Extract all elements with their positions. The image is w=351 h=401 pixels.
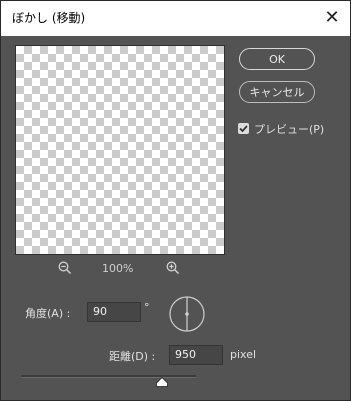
close-icon[interactable]: ✕ bbox=[320, 7, 344, 29]
check-icon bbox=[239, 125, 248, 133]
cancel-button[interactable]: キャンセル bbox=[239, 81, 315, 103]
distance-label: 距離(D) : bbox=[109, 350, 156, 363]
ok-button[interactable]: OK bbox=[239, 48, 315, 70]
title-bar[interactable]: ぼかし (移動) ✕ bbox=[1, 1, 350, 36]
motion-blur-dialog: ぼかし (移動) ✕ OK キャンセル プレビュー(P) 100% 角度(A) … bbox=[0, 0, 351, 401]
distance-slider-track[interactable] bbox=[21, 375, 196, 378]
angle-label: 角度(A) : bbox=[25, 307, 71, 320]
zoom-out-icon[interactable] bbox=[58, 261, 72, 275]
preview-canvas[interactable] bbox=[15, 45, 225, 255]
angle-input[interactable]: 90 bbox=[87, 302, 141, 322]
distance-slider-handle[interactable] bbox=[156, 377, 168, 387]
distance-input[interactable]: 950 bbox=[169, 345, 223, 365]
distance-unit: pixel bbox=[230, 348, 257, 361]
zoom-in-icon[interactable] bbox=[166, 261, 180, 275]
angle-unit: ° bbox=[144, 301, 150, 314]
preview-checkbox[interactable] bbox=[238, 123, 249, 134]
preview-checkbox-label[interactable]: プレビュー(P) bbox=[254, 121, 324, 137]
dialog-title: ぼかし (移動) bbox=[12, 11, 86, 25]
angle-dial-icon[interactable] bbox=[168, 295, 206, 333]
zoom-level: 100% bbox=[102, 262, 134, 275]
